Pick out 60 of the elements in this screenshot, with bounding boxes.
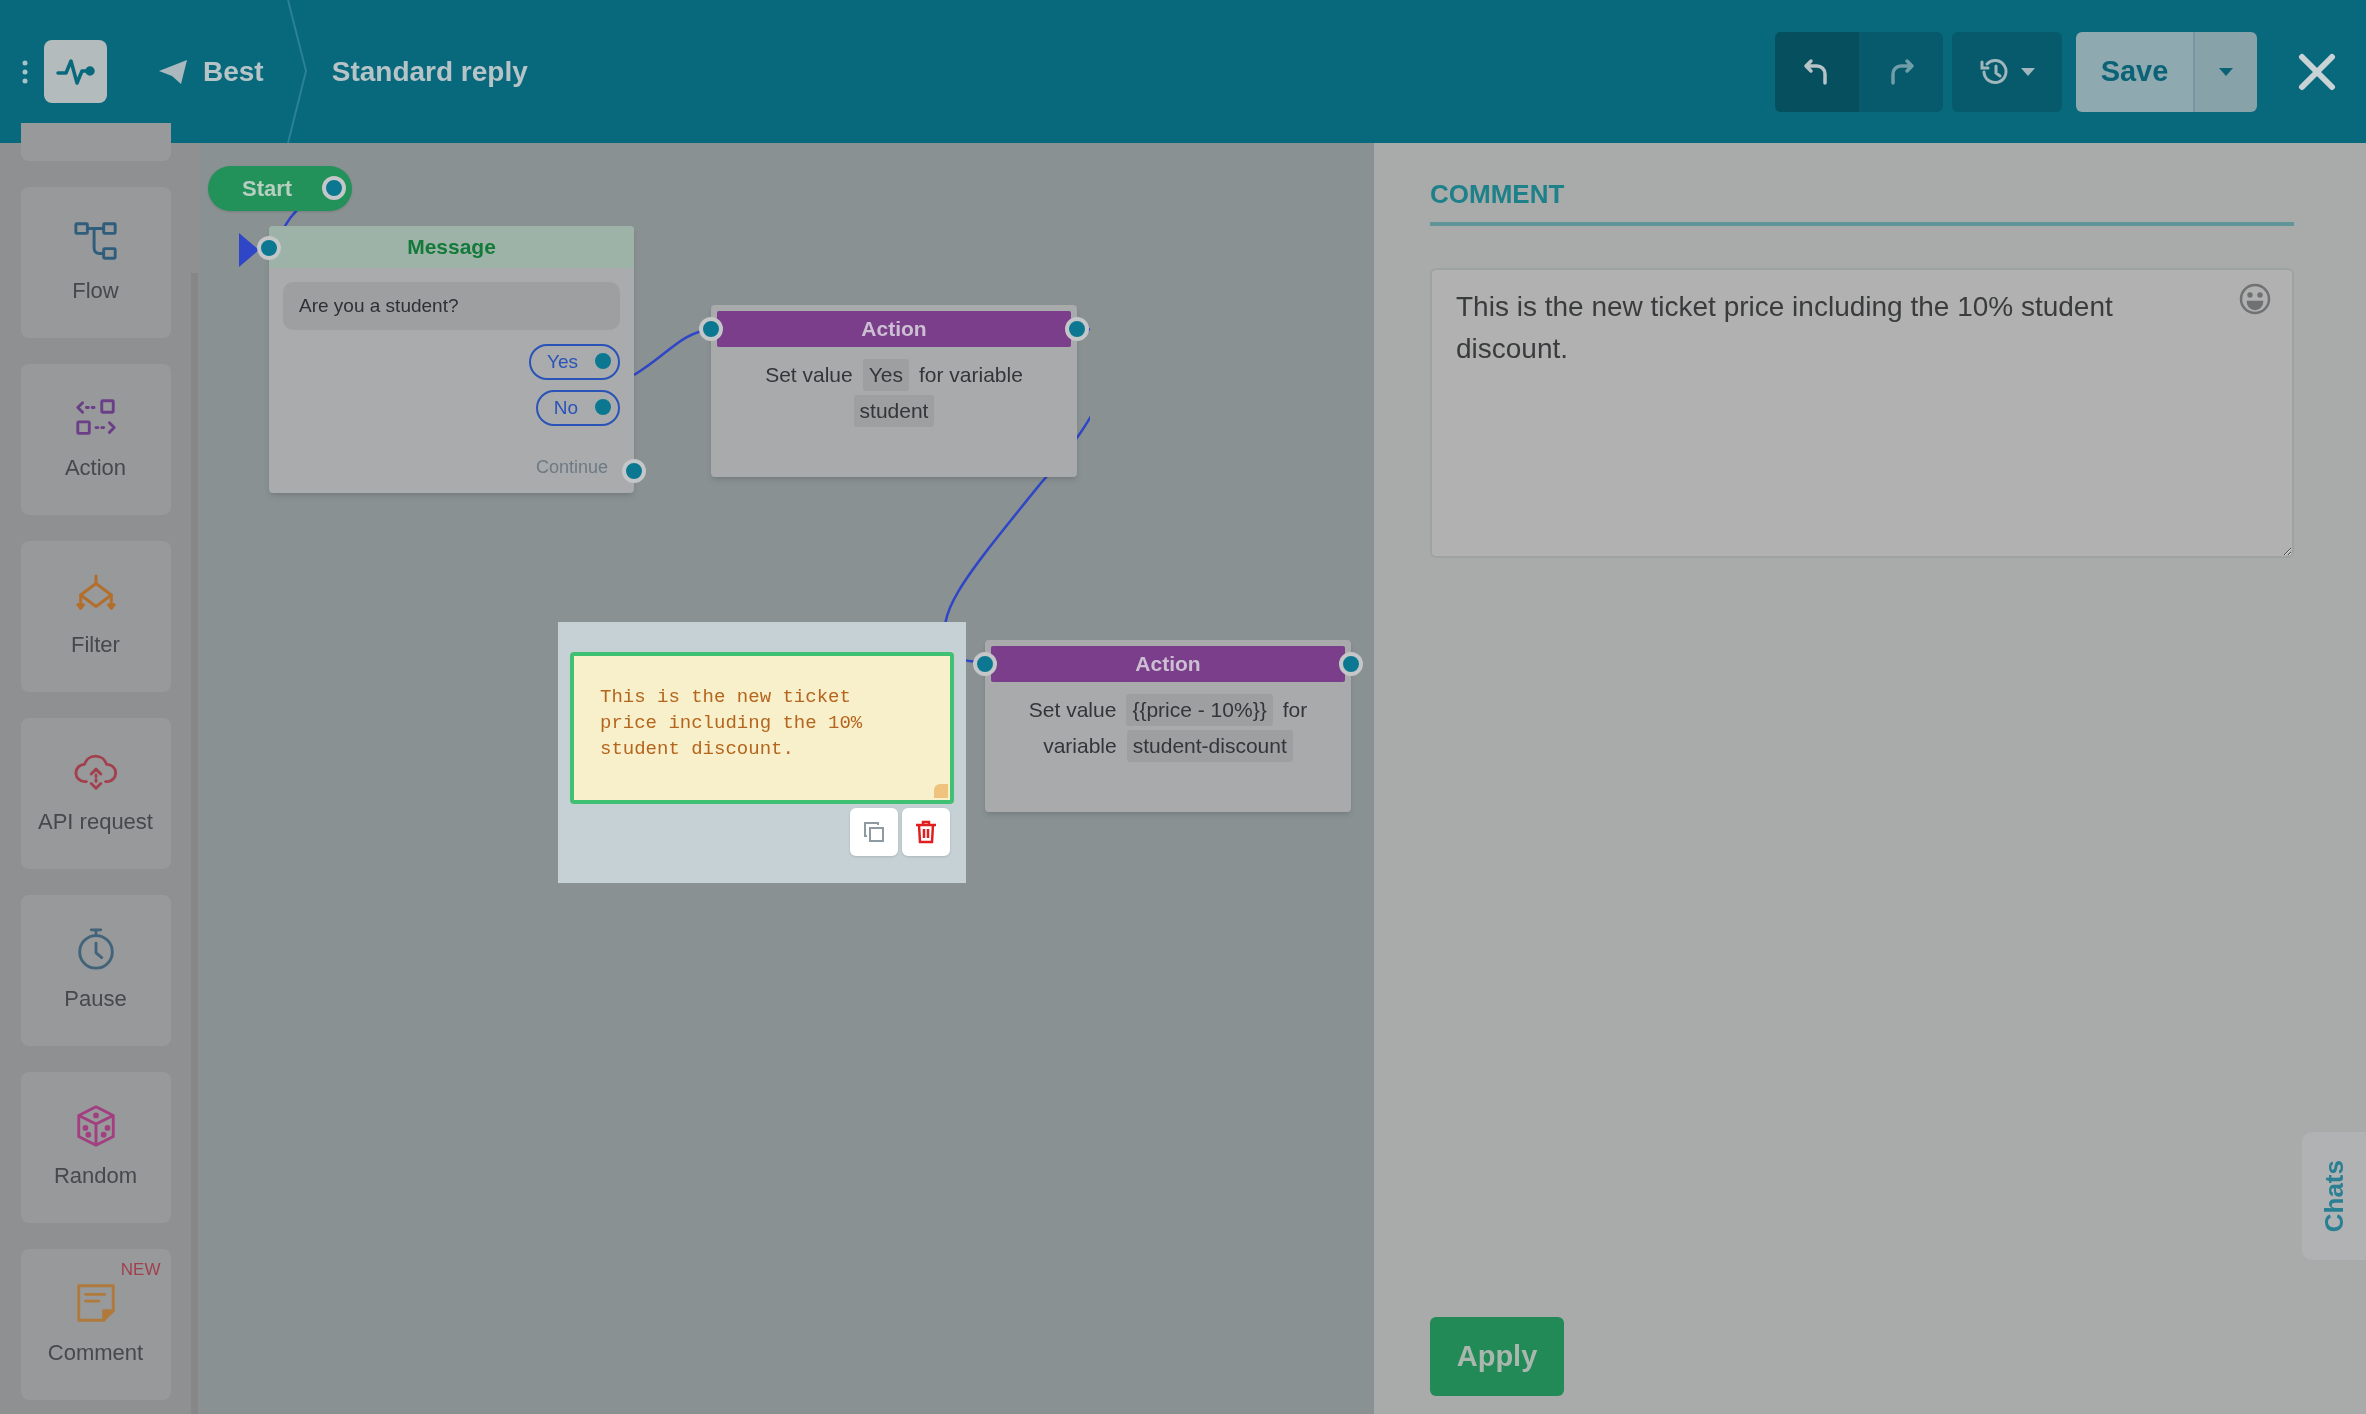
node-header: Action: [717, 311, 1071, 347]
logo-icon[interactable]: [44, 40, 107, 103]
node-text: Set value: [765, 362, 853, 388]
sidebar-item[interactable]: Flow: [20, 187, 171, 338]
node-header: Action: [991, 646, 1345, 682]
caret-icon: [2021, 67, 2035, 76]
history-button[interactable]: [1952, 31, 2062, 112]
sidebar-item-label: Comment: [47, 1339, 144, 1367]
trash-icon: [915, 820, 937, 844]
duplicate-button[interactable]: [850, 808, 898, 856]
sidebar-item[interactable]: Pause: [20, 895, 171, 1046]
caret-icon: [2219, 67, 2233, 76]
bot-name[interactable]: Best: [203, 50, 264, 93]
flow-title: Standard reply: [331, 54, 528, 89]
sidebar-item-label: API request: [38, 808, 153, 836]
sidebar-item-label: Filter: [71, 631, 120, 659]
reply-option[interactable]: Yes: [529, 344, 620, 380]
continue-label: Continue: [535, 456, 608, 479]
sidebar-item[interactable]: Random: [20, 1072, 171, 1223]
sidebar-item-label: Flow: [72, 277, 119, 305]
sidebar-item[interactable]: Filter: [20, 541, 171, 692]
sidebar-item-label: Random: [53, 1162, 138, 1190]
comment-note-text: This is the new ticket price including the 10% student discount.: [600, 685, 864, 762]
drag-handle-icon[interactable]: [21, 58, 29, 85]
action-node[interactable]: Action Set value Yes for variable student: [711, 305, 1077, 477]
copy-icon: [863, 821, 885, 843]
sidebar-item[interactable]: Action: [20, 364, 171, 515]
panel-tab[interactable]: COMMENT: [1430, 175, 2294, 226]
sidebar-item-label: Action: [64, 454, 127, 482]
emoji-icon[interactable]: [2238, 282, 2272, 316]
start-node[interactable]: Start: [208, 166, 352, 211]
resize-corner-icon: [934, 784, 948, 798]
sidebar-item-label: Pause: [64, 985, 127, 1013]
variable-token: student-discount: [1126, 730, 1293, 762]
node-text: for variable: [918, 362, 1023, 388]
save-button[interactable]: Save: [2076, 31, 2193, 112]
save-options-button[interactable]: [2193, 31, 2257, 112]
close-icon: [2298, 52, 2336, 91]
reply-option[interactable]: No: [535, 390, 620, 426]
variable-token: {{price - 10%}}: [1126, 694, 1273, 726]
comment-field[interactable]: This is the new ticket price including the 10% student discount.: [1430, 268, 2294, 558]
node-text: for: [1282, 697, 1308, 723]
chats-tab[interactable]: Chats: [2302, 1132, 2366, 1260]
apply-button[interactable]: Apply: [1430, 1317, 1564, 1396]
node-text: variable: [1043, 733, 1117, 759]
new-label: NEW: [120, 1259, 161, 1281]
paper-plane-icon: [157, 57, 189, 86]
action-node[interactable]: Action Set value {{price - 10%}} for variable student-discount: [985, 640, 1351, 812]
sidebar-item[interactable]: API request: [20, 718, 171, 869]
start-label: Start: [242, 175, 293, 203]
node-text: Set value: [1028, 697, 1117, 723]
undo-button[interactable]: [1775, 31, 1859, 112]
comment-note[interactable]: This is the new ticket price including the 10% student discount.: [570, 652, 954, 804]
message-node[interactable]: Message Are you a student? Yes No Continue: [269, 226, 634, 493]
sidebar-item[interactable]: NEW Comment: [20, 1249, 171, 1400]
variable-token: student: [853, 395, 935, 427]
message-bubble: Are you a student?: [283, 282, 620, 330]
delete-button[interactable]: [902, 808, 950, 856]
variable-token: Yes: [862, 359, 909, 391]
node-header: Message: [269, 226, 634, 268]
